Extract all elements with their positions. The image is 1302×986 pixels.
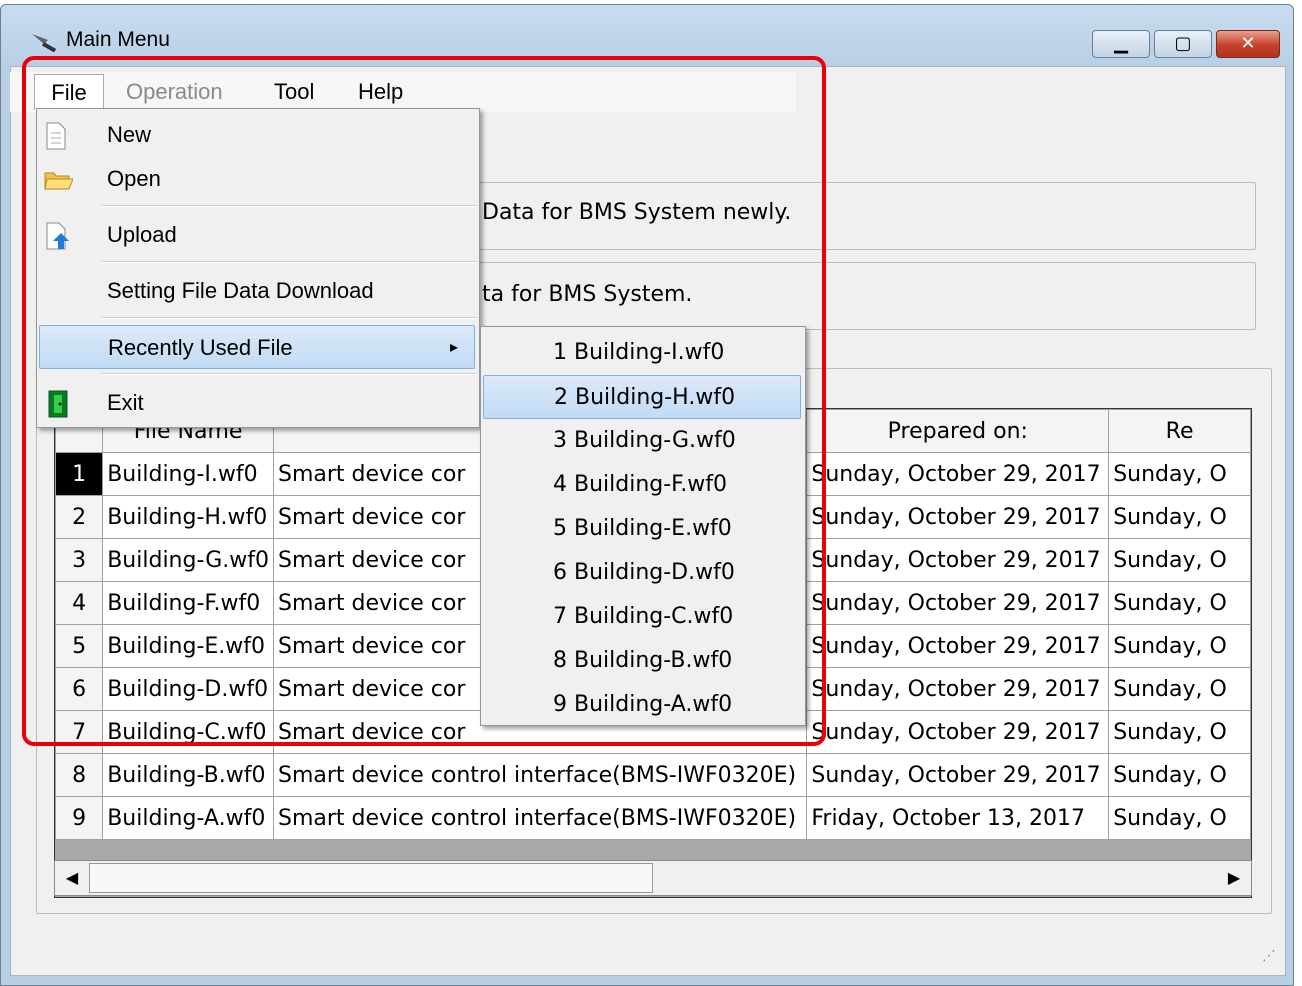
table-cell[interactable]: Sunday, O — [1108, 710, 1251, 754]
table-cell[interactable]: Sunday, O — [1108, 538, 1251, 582]
maximize-icon: ▢ — [1174, 33, 1192, 54]
table-cell[interactable]: Sunday, October 29, 2017 — [806, 581, 1110, 625]
table-cell[interactable]: Smart device control interface(BMS-IWF03… — [272, 753, 808, 797]
scroll-right-icon[interactable]: ▶ — [1219, 863, 1249, 893]
table-cell[interactable]: Building-A.wf0 — [102, 796, 274, 840]
highlight-annotation — [22, 56, 826, 746]
scroll-left-icon[interactable]: ◀ — [57, 863, 87, 893]
table-cell[interactable]: Sunday, October 29, 2017 — [806, 538, 1110, 582]
column-header-revised[interactable]: Re — [1108, 409, 1251, 453]
minimize-button[interactable]: ▁ — [1092, 30, 1150, 58]
table-cell[interactable]: Sunday, O — [1108, 796, 1251, 840]
table-cell[interactable]: Sunday, O — [1108, 667, 1251, 711]
table-cell[interactable]: Sunday, October 29, 2017 — [806, 624, 1110, 668]
table-cell[interactable]: Sunday, O — [1108, 624, 1251, 668]
close-icon: ✕ — [1240, 33, 1256, 54]
close-button[interactable]: ✕ — [1216, 30, 1280, 58]
table-cell[interactable]: Smart device control interface(BMS-IWF03… — [272, 796, 808, 840]
table-row[interactable]: 8 Building-B.wf0 Smart device control inte… — [55, 753, 1251, 797]
table-cell[interactable]: Sunday, O — [1108, 581, 1251, 625]
scroll-thumb[interactable] — [89, 863, 653, 893]
table-cell[interactable]: Sunday, October 29, 2017 — [806, 753, 1110, 797]
column-header-prepared-on[interactable]: Prepared on: — [806, 409, 1110, 453]
table-cell[interactable]: Sunday, October 29, 2017 — [806, 495, 1110, 539]
horizontal-scrollbar[interactable]: ◀ ▶ — [54, 860, 1252, 896]
table-cell[interactable]: Sunday, October 29, 2017 — [806, 452, 1110, 496]
table-cell[interactable]: Building-B.wf0 — [102, 753, 274, 797]
table-cell[interactable]: Sunday, O — [1108, 452, 1251, 496]
row-number-cell[interactable]: 9 — [55, 796, 104, 840]
table-cell[interactable]: Sunday, October 29, 2017 — [806, 710, 1110, 754]
table-cell[interactable]: Sunday, October 29, 2017 — [806, 667, 1110, 711]
table-cell[interactable]: Friday, October 13, 2017 — [806, 796, 1110, 840]
row-number-cell[interactable]: 8 — [55, 753, 104, 797]
window-title: Main Menu — [66, 28, 170, 51]
table-cell[interactable]: Sunday, O — [1108, 753, 1251, 797]
app-icon — [30, 30, 62, 53]
resize-grip[interactable]: ⋰ — [1262, 948, 1276, 964]
table-row[interactable]: 9 Building-A.wf0 Smart device control inte… — [55, 796, 1251, 840]
maximize-button[interactable]: ▢ — [1154, 30, 1212, 58]
minimize-icon: ▁ — [1114, 33, 1128, 54]
table-cell[interactable]: Sunday, O — [1108, 495, 1251, 539]
